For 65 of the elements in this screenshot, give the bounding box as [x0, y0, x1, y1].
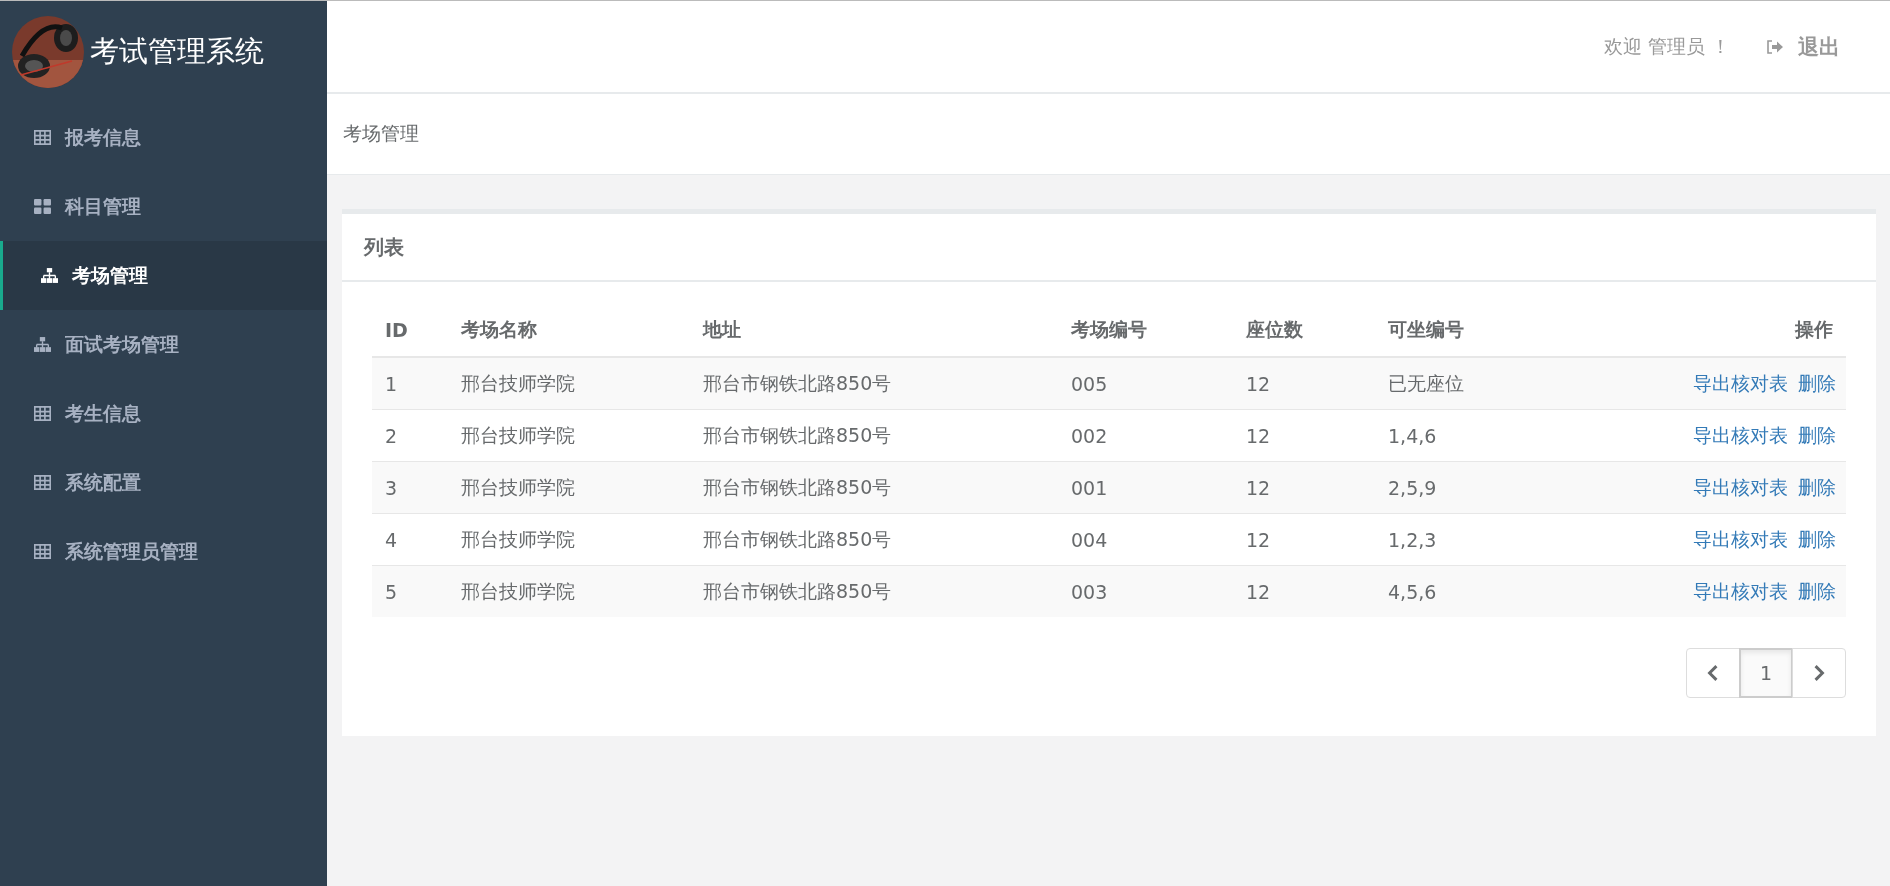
- table-cell: 12: [1233, 357, 1375, 410]
- logout-link[interactable]: 退出: [1798, 32, 1840, 61]
- action-link[interactable]: 删除: [1798, 475, 1836, 498]
- chevron-left-icon: [1707, 665, 1719, 681]
- table-cell: 邢台技师学院: [448, 565, 690, 617]
- table-cell: 邢台市钢铁北路850号: [690, 513, 1058, 566]
- action-link[interactable]: 删除: [1798, 371, 1836, 394]
- table-icon: [34, 130, 51, 145]
- next-page-button[interactable]: [1792, 648, 1846, 698]
- sidebar-item[interactable]: 考生信息: [0, 379, 327, 448]
- action-link[interactable]: 删除: [1798, 527, 1836, 550]
- table-cell: 12: [1233, 565, 1375, 617]
- table-cell: 002: [1058, 409, 1233, 462]
- page-button[interactable]: 1: [1739, 648, 1793, 698]
- table-cell: 12: [1233, 409, 1375, 462]
- app-title: 考试管理系统: [90, 33, 264, 70]
- welcome-text: 欢迎 管理员 ！: [1603, 33, 1730, 59]
- table-cell: 12: [1233, 461, 1375, 514]
- table-cell: 3: [372, 461, 448, 514]
- action-link[interactable]: 删除: [1798, 579, 1836, 602]
- action-link[interactable]: 删除: [1798, 423, 1836, 446]
- tiles-icon: [34, 199, 51, 214]
- table-cell: 4,5,6: [1375, 565, 1546, 617]
- table-cell: 邢台市钢铁北路850号: [690, 357, 1058, 410]
- action-link[interactable]: 导出核对表: [1693, 371, 1788, 394]
- table-cell: 1: [372, 357, 448, 410]
- table-cell: 邢台技师学院: [448, 461, 690, 514]
- breadcrumb: 考场管理: [343, 121, 419, 146]
- previous-page-button[interactable]: [1686, 648, 1740, 698]
- action-link[interactable]: 导出核对表: [1693, 579, 1788, 602]
- table-cell: 邢台技师学院: [448, 513, 690, 566]
- table-cell: 邢台技师学院: [448, 409, 690, 462]
- sidebar-item[interactable]: 报考信息: [0, 103, 327, 172]
- table-icon: [34, 544, 51, 559]
- sidebar-item[interactable]: 系统管理员管理: [0, 517, 327, 586]
- table-cell: 001: [1058, 461, 1233, 514]
- sidebar-item[interactable]: 科目管理: [0, 172, 327, 241]
- table-cell: 4: [372, 513, 448, 566]
- card-title: 列表: [364, 233, 404, 261]
- sitemap-icon: [34, 337, 51, 352]
- logout-icon[interactable]: [1766, 39, 1784, 54]
- table-cell: 5: [372, 565, 448, 617]
- table-cell: 2,5,9: [1375, 461, 1546, 514]
- chevron-right-icon: [1813, 665, 1825, 681]
- table-cell: 12: [1233, 513, 1375, 566]
- table-cell: 004: [1058, 513, 1233, 566]
- table-icon: [34, 406, 51, 421]
- table-cell: 003: [1058, 565, 1233, 617]
- table-cell: 1,2,3: [1375, 513, 1546, 566]
- sitemap-icon: [41, 268, 58, 283]
- action-link[interactable]: 导出核对表: [1693, 423, 1788, 446]
- table-cell: 1,4,6: [1375, 409, 1546, 462]
- table-cell: 005: [1058, 357, 1233, 410]
- table-cell: 邢台市钢铁北路850号: [690, 409, 1058, 462]
- table-cell: 邢台技师学院: [448, 357, 690, 410]
- table-cell: 2: [372, 409, 448, 462]
- table-cell: 邢台市钢铁北路850号: [690, 565, 1058, 617]
- sidebar-item[interactable]: 考场管理: [0, 241, 327, 310]
- table-icon: [34, 475, 51, 490]
- action-link[interactable]: 导出核对表: [1693, 475, 1788, 498]
- sidebar-item[interactable]: 面试考场管理: [0, 310, 327, 379]
- table-cell: 已无座位: [1375, 357, 1546, 410]
- table-cell: 邢台市钢铁北路850号: [690, 461, 1058, 514]
- action-link[interactable]: 导出核对表: [1693, 527, 1788, 550]
- sidebar-item[interactable]: 系统配置: [0, 448, 327, 517]
